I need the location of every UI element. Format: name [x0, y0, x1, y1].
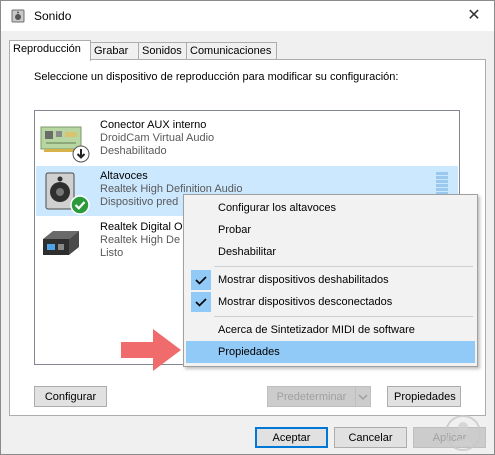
menu-item-label: Probar	[218, 224, 252, 236]
menu-separator	[214, 266, 473, 267]
menu-item-test[interactable]: Probar	[186, 219, 475, 241]
check-icon	[191, 270, 211, 290]
device-status: Dispositivo pred	[100, 196, 179, 208]
menu-separator	[214, 316, 473, 317]
device-name: Altavoces	[100, 170, 148, 182]
configure-button[interactable]: Configurar	[34, 386, 107, 407]
context-menu: Configurar los altavoces Probar Deshabil…	[183, 194, 478, 367]
menu-item-label: Mostrar dispositivos desconectados	[218, 296, 393, 308]
device-status: Deshabilitado	[100, 145, 167, 157]
menu-item-properties[interactable]: Propiedades	[186, 341, 475, 363]
set-default-button[interactable]: Predeterminar	[267, 386, 356, 407]
tab-grabar[interactable]: Grabar	[90, 42, 139, 59]
device-name: Conector AUX interno	[100, 119, 207, 131]
sound-app-icon	[11, 9, 25, 23]
menu-item-label: Configurar los altavoces	[218, 202, 337, 214]
set-default-dropdown[interactable]	[355, 386, 371, 407]
digital-output-icon	[43, 231, 79, 255]
check-icon	[191, 292, 211, 312]
menu-item-label: Mostrar dispositivos deshabilitados	[218, 274, 389, 286]
sound-dialog: Sonido ✕ Reproducción Grabar Sonidos Com…	[0, 0, 495, 455]
tab-sonidos[interactable]: Sonidos	[138, 42, 187, 59]
menu-item-label: Acerca de Sintetizador MIDI de software	[218, 324, 415, 336]
menu-item-label: Propiedades	[218, 346, 280, 358]
device-properties-button[interactable]: Propiedades	[387, 386, 461, 407]
menu-item-about-midi[interactable]: Acerca de Sintetizador MIDI de software	[186, 319, 475, 341]
device-description: DroidCam Virtual Audio	[100, 132, 215, 144]
window-title: Sonido	[34, 9, 72, 23]
menu-item-label: Deshabilitar	[218, 246, 277, 258]
menu-item-disable[interactable]: Deshabilitar	[186, 241, 475, 263]
instruction-text: Seleccione un dispositivo de reproducció…	[34, 71, 399, 83]
watermark-logo-icon	[445, 415, 481, 451]
title-bar: Sonido ✕	[1, 1, 494, 31]
tab-comunicaciones[interactable]: Comunicaciones	[186, 42, 277, 59]
menu-item-show-disconnected[interactable]: Mostrar dispositivos desconectados	[186, 291, 475, 313]
device-name: Realtek Digital O	[100, 221, 183, 233]
default-check-icon	[70, 195, 90, 215]
menu-item-show-disabled[interactable]: Mostrar dispositivos deshabilitados	[186, 269, 475, 291]
disabled-down-arrow-icon	[72, 145, 90, 163]
menu-item-configure-speakers[interactable]: Configurar los altavoces	[186, 197, 475, 219]
tab-reproduccion[interactable]: Reproducción	[9, 40, 91, 61]
chevron-down-icon	[358, 394, 368, 401]
close-button[interactable]: ✕	[462, 5, 486, 27]
device-item-aux[interactable]: Conector AUX interno DroidCam Virtual Au…	[36, 115, 458, 165]
device-description: Realtek High De	[100, 234, 181, 246]
device-status: Listo	[100, 247, 124, 259]
accept-button[interactable]: Aceptar	[255, 427, 328, 448]
cancel-button[interactable]: Cancelar	[334, 427, 407, 448]
close-icon: ✕	[467, 7, 481, 24]
pointer-arrow-annotation-icon	[121, 329, 181, 371]
